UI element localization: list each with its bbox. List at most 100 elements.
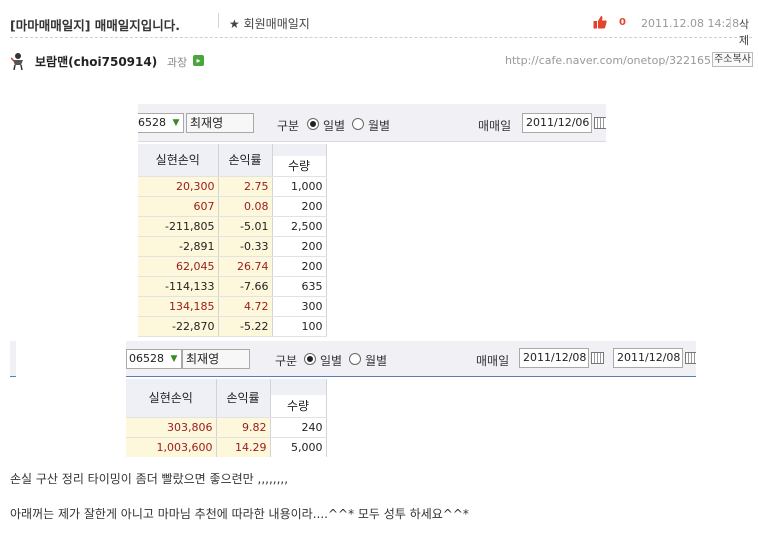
- qty-cell: 1,000: [272, 176, 327, 197]
- gubun-label: 구분: [275, 354, 298, 368]
- table-header-row: 실현손익 손익률: [138, 144, 327, 177]
- table-header-row: 실현손익 손익률: [126, 379, 327, 418]
- qty-cell: 2,500: [272, 216, 327, 237]
- pct-cell: 4.72: [218, 296, 273, 317]
- blank-area: [328, 378, 696, 457]
- trade-table-body: 303,806 9.82 240 1,003,600 14.29 5,000: [126, 417, 327, 457]
- pnl-cell: 303,806: [126, 417, 217, 438]
- trade-date-to-input[interactable]: 2011/12/08: [613, 348, 683, 368]
- qty-cell: 200: [272, 236, 327, 257]
- pct-cell: -7.66: [218, 276, 273, 297]
- pct-cell: -5.01: [218, 216, 273, 237]
- daily-label: 일별: [320, 354, 343, 368]
- pnl-cell: -114,133: [138, 276, 219, 297]
- monthly-label: 월별: [365, 354, 388, 368]
- body-text-line-1: 손실 구산 정리 타이밍이 좀더 빨랐으면 좋으련만 ,,,,,,,,: [10, 472, 289, 486]
- calendar-icon[interactable]: [591, 352, 604, 364]
- trade-journal-screenshot-1: 06528 ▼ 최재영 구분 일별 월별 매매일 2011/12/06 실현손익…: [10, 104, 606, 342]
- pnl-cell: 62,045: [138, 256, 219, 277]
- post-date: 2011.12.08 14:28: [641, 17, 740, 30]
- daily-radio[interactable]: [304, 353, 316, 365]
- pct-cell: 2.75: [218, 176, 273, 197]
- daily-label: 일별: [323, 119, 346, 133]
- calendar-icon[interactable]: [685, 352, 696, 364]
- trade-date-label: 매매일: [476, 354, 510, 368]
- qty-cell: 100: [272, 316, 327, 337]
- table-row: 134,185 4.72 300: [138, 296, 327, 317]
- col-header-blank: [270, 379, 327, 395]
- col-header-qty: 수량: [272, 156, 327, 177]
- table-row: 1,003,600 14.29 5,000: [126, 437, 327, 457]
- blank-area-left: [10, 378, 126, 457]
- blank-area: [328, 143, 606, 342]
- qty-cell: 240: [270, 417, 327, 438]
- monthly-radio[interactable]: [352, 118, 364, 130]
- chevron-down-icon: ▼: [170, 354, 178, 364]
- redacted-area: [10, 104, 138, 342]
- trade-table-body: 20,300 2.75 1,000 607 0.08 200 -211,805 -5.01 2,…: [138, 176, 327, 337]
- delete-button[interactable]: 삭제: [739, 16, 752, 48]
- trade-date-input[interactable]: 2011/12/06: [522, 113, 592, 133]
- qty-cell: 200: [272, 196, 327, 217]
- pnl-cell: 607: [138, 196, 219, 217]
- rank-badge-icon: ▸: [193, 55, 204, 66]
- table-row: -22,870 -5.22 100: [138, 316, 327, 337]
- stock-code-select[interactable]: 06528 ▼: [126, 349, 182, 369]
- pct-cell: 14.29: [216, 437, 271, 457]
- post-title: [마마매매일지] 매매일지입니다.: [10, 18, 181, 33]
- table-row: -2,891 -0.33 200: [138, 236, 327, 257]
- monthly-label: 월별: [368, 119, 391, 133]
- post-url[interactable]: http://cafe.naver.com/onetop/322165: [505, 54, 711, 67]
- table-row: 303,806 9.82 240: [126, 417, 327, 438]
- col-header-pct: 손익률: [216, 379, 271, 418]
- pnl-cell: 20,300: [138, 176, 219, 197]
- table-row: 62,045 26.74 200: [138, 256, 327, 277]
- trade-date-from-input[interactable]: 2011/12/08: [519, 348, 589, 368]
- trade-table: 실현손익 손익률 수량 303,806 9.82 240 1,003,600 14.29…: [126, 379, 327, 457]
- pnl-cell: 134,185: [138, 296, 219, 317]
- qty-cell: 300: [272, 296, 327, 317]
- qty-cell: 5,000: [270, 437, 327, 457]
- col-header-pnl: 실현손익: [138, 144, 219, 177]
- pnl-cell: -211,805: [138, 216, 219, 237]
- col-header-pnl: 실현손익: [126, 379, 217, 418]
- author-rank: 과장: [167, 56, 188, 69]
- thumbs-up-icon[interactable]: [593, 15, 607, 29]
- col-header-qty: 수량: [270, 395, 327, 418]
- copy-address-button[interactable]: 주소복사: [712, 52, 753, 67]
- board-link[interactable]: ★ 회원매매일지: [229, 15, 310, 32]
- qty-cell: 200: [272, 256, 327, 277]
- author-name[interactable]: 보람맨(choi750914): [35, 53, 157, 70]
- table-row: 607 0.08 200: [138, 196, 327, 217]
- col-header-pct: 손익률: [218, 144, 273, 177]
- pct-cell: -5.22: [218, 316, 273, 337]
- pct-cell: 9.82: [216, 417, 271, 438]
- trade-date-label: 매매일: [478, 119, 512, 133]
- pnl-cell: -2,891: [138, 236, 219, 257]
- stock-code: 06528: [129, 352, 164, 365]
- pct-cell: -0.33: [218, 236, 273, 257]
- monthly-radio[interactable]: [349, 353, 361, 365]
- table-row: -114,133 -7.66 635: [138, 276, 327, 297]
- post-header: [마마매매일지] 매매일지입니다. ★ 회원매매일지 0 2011.12.08 …: [10, 10, 752, 47]
- stock-name-field: 최재영: [186, 113, 254, 133]
- pct-cell: 0.08: [218, 196, 273, 217]
- daily-radio[interactable]: [307, 118, 319, 130]
- title-divider: [218, 13, 219, 28]
- gubun-label: 구분: [277, 119, 300, 133]
- body-text-line-2: 아래꺼는 제가 잘한게 아니고 마마님 추천에 따라한 내용이라....^^* …: [10, 507, 469, 521]
- pnl-cell: -22,870: [138, 316, 219, 337]
- like-count: 0: [619, 17, 626, 28]
- chevron-down-icon: ▼: [172, 118, 180, 128]
- table-row: 20,300 2.75 1,000: [138, 176, 327, 197]
- qty-cell: 635: [272, 276, 327, 297]
- pnl-cell: 1,003,600: [126, 437, 217, 457]
- pct-cell: 26.74: [218, 256, 273, 277]
- col-header-blank: [272, 144, 327, 156]
- trade-table: 실현손익 손익률 수량 20,300 2.75 1,000 607 0.08 200 -21…: [138, 144, 327, 337]
- stock-name-field: 최재영: [182, 349, 250, 369]
- calendar-icon[interactable]: [594, 117, 606, 129]
- table-row: -211,805 -5.01 2,500: [138, 216, 327, 237]
- author-character-icon: [11, 53, 23, 70]
- date-divider: [730, 17, 731, 29]
